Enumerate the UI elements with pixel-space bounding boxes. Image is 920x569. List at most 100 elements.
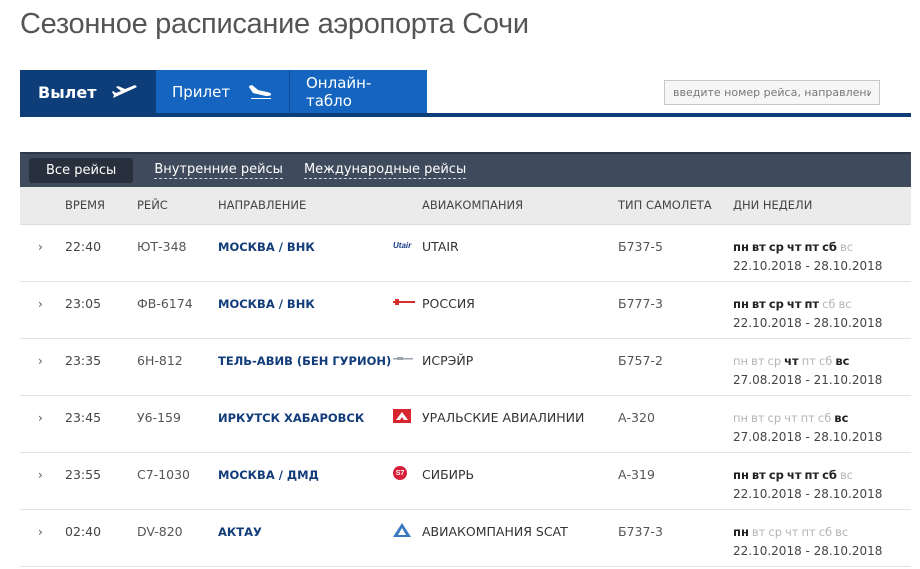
schedule-table: Время Рейс Направление Авиакомпания Тип … [20,187,911,567]
table-row[interactable]: › 22:40 ЮТ-348 МОСКВА / ВНК Utair UTAIR … [20,225,911,282]
tab-departures[interactable]: Вылет [20,70,155,114]
days-of-week: пн вт ср чт пт сб вс 22.10.2018 - 28.10.2018 [733,238,882,276]
weekday-3: ср [768,468,784,482]
weekday-1: пн [733,525,749,539]
flight-number: У6-159 [137,410,181,425]
weekday-6: сб [818,525,833,539]
weekday-list: пн вт ср чт пт сб вс [733,409,882,428]
table-row[interactable]: › 02:40 DV-820 АКТАУ АВИАКОМПАНИЯ SCAT Б… [20,510,911,567]
filter-domestic-flights[interactable]: Внутренние рейсы [154,162,283,179]
weekday-6: сб [818,354,833,368]
flight-number: С7-1030 [137,467,191,482]
nav-underline [20,113,911,117]
days-of-week: пн вт ср чт пт сб вс 22.10.2018 - 28.10.2018 [733,523,882,561]
expand-arrow-icon[interactable]: › [38,525,43,539]
tab-arrivals[interactable]: Прилет [155,70,289,114]
weekday-3: ср [768,297,784,311]
tab-online-board[interactable]: Онлайн-табло [289,70,427,114]
weekday-2: вт [751,525,766,539]
weekday-5: пт [804,240,820,254]
flight-number: ФВ-6174 [137,296,193,311]
tab-online-board-label: Онлайн-табло [306,74,372,110]
expand-arrow-icon[interactable]: › [38,411,43,425]
filter-bar: Все рейсы Внутренние рейсы Международные… [20,152,911,187]
flight-time: 22:40 [65,239,102,254]
schedule-period: 22.10.2018 - 28.10.2018 [733,316,883,330]
flight-destination: ИРКУТСК ХАБАРОВСК [218,411,365,425]
table-row[interactable]: › 23:35 6Н-812 ТЕЛЬ-АВИВ (БЕН ГУРИОН) ИС… [20,339,911,396]
weekday-6: сб [822,240,837,254]
page-title: Сезонное расписание аэропорта Сочи [20,8,529,40]
airline-logo-icon [393,522,417,538]
column-header-flight: Рейс [137,198,168,212]
weekday-2: вт [751,354,765,368]
airline-name: ИСРЭЙР [422,353,474,368]
weekday-3: ср [768,525,783,539]
weekday-1: пн [733,468,749,482]
weekday-3: ср [767,411,782,425]
flight-destination: МОСКВА / ВНК [218,240,315,254]
days-of-week: пн вт ср чт пт сб вс 27.08.2018 - 28.10.2018 [733,409,882,447]
expand-arrow-icon[interactable]: › [38,240,43,254]
column-header-airline: Авиакомпания [422,198,524,212]
weekday-1: пн [733,354,749,368]
weekday-5: пт [801,525,816,539]
weekday-4: чт [786,468,802,482]
weekday-7: вс [839,240,854,254]
aircraft-type: Б737-5 [618,239,663,254]
weekday-4: чт [784,411,798,425]
table-row[interactable]: › 23:05 ФВ-6174 МОСКВА / ВНК РОССИЯ Б777… [20,282,911,339]
weekday-7: вс [835,525,849,539]
flight-time: 23:05 [65,296,102,311]
weekday-2: вт [751,240,766,254]
weekday-6: сб [817,411,832,425]
aircraft-type: А-320 [618,410,655,425]
airline-logo-icon [393,351,417,367]
column-header-days: Дни недели [733,198,813,212]
plane-landing-icon [247,84,273,100]
weekday-1: пн [733,411,749,425]
airline-name: УРАЛЬСКИЕ АВИАЛИНИИ [422,410,585,425]
weekday-list: пн вт ср чт пт сб вс [733,352,882,371]
weekday-7: вс [835,354,850,368]
search-input[interactable] [664,80,880,105]
flight-time: 23:35 [65,353,102,368]
weekday-5: пт [804,297,820,311]
weekday-6: сб [822,297,836,311]
expand-arrow-icon[interactable]: › [38,297,43,311]
weekday-7: вс [834,411,849,425]
airline-name: АВИАКОМПАНИЯ SCAT [422,524,568,539]
weekday-7: вс [839,468,854,482]
weekday-3: ср [768,240,784,254]
tab-departures-label: Вылет [38,82,97,102]
flight-time: 02:40 [65,524,102,539]
aircraft-type: Б737-3 [618,524,663,539]
expand-arrow-icon[interactable]: › [38,354,43,368]
filter-international-flights[interactable]: Международные рейсы [303,162,467,179]
weekday-2: вт [751,411,765,425]
airline-logo-icon: Utair [393,240,412,250]
flight-time: 23:55 [65,467,102,482]
tab-arrivals-label: Прилет [172,83,231,101]
airline-name: СИБИРЬ [422,467,475,482]
table-row[interactable]: › 23:45 У6-159 ИРКУТСК ХАБАРОВСК УРАЛЬСК… [20,396,911,453]
weekday-3: ср [767,354,782,368]
table-header: Время Рейс Направление Авиакомпания Тип … [20,187,911,225]
flight-destination: МОСКВА / ДМД [218,468,319,482]
schedule-period: 22.10.2018 - 28.10.2018 [733,259,883,273]
days-of-week: пн вт ср чт пт сб вс 27.08.2018 - 21.10.2018 [733,352,882,390]
weekday-1: пн [733,297,749,311]
aircraft-type: А-319 [618,467,655,482]
weekday-list: пн вт ср чт пт сб вс [733,523,882,542]
filter-all-flights[interactable]: Все рейсы [29,158,134,183]
table-row[interactable]: › 23:55 С7-1030 МОСКВА / ДМД S7 СИБИРЬ А… [20,453,911,510]
weekday-5: пт [800,411,815,425]
schedule-period: 27.08.2018 - 28.10.2018 [733,430,883,444]
flight-time: 23:45 [65,410,102,425]
weekday-list: пн вт ср чт пт сб вс [733,466,882,485]
weekday-5: пт [804,468,820,482]
expand-arrow-icon[interactable]: › [38,468,43,482]
airline-name: РОССИЯ [422,296,475,311]
weekday-7: вс [838,297,852,311]
weekday-4: чт [784,354,799,368]
